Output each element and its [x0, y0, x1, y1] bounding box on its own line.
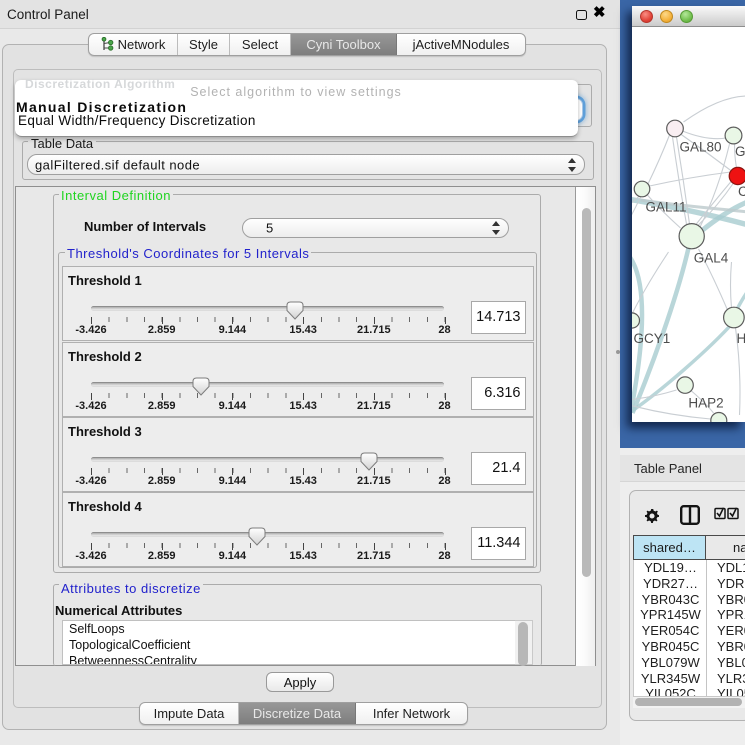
svg-text:GAL80: GAL80: [679, 140, 721, 155]
svg-text:C: C: [738, 184, 745, 199]
svg-text:GCY1: GCY1: [633, 331, 670, 346]
svg-text:HAP2: HAP2: [688, 396, 723, 411]
svg-text:GA: GA: [735, 144, 745, 159]
svg-text:GAL4: GAL4: [693, 251, 728, 266]
svg-text:H: H: [736, 331, 745, 346]
svg-text:GAL11: GAL11: [645, 200, 686, 215]
